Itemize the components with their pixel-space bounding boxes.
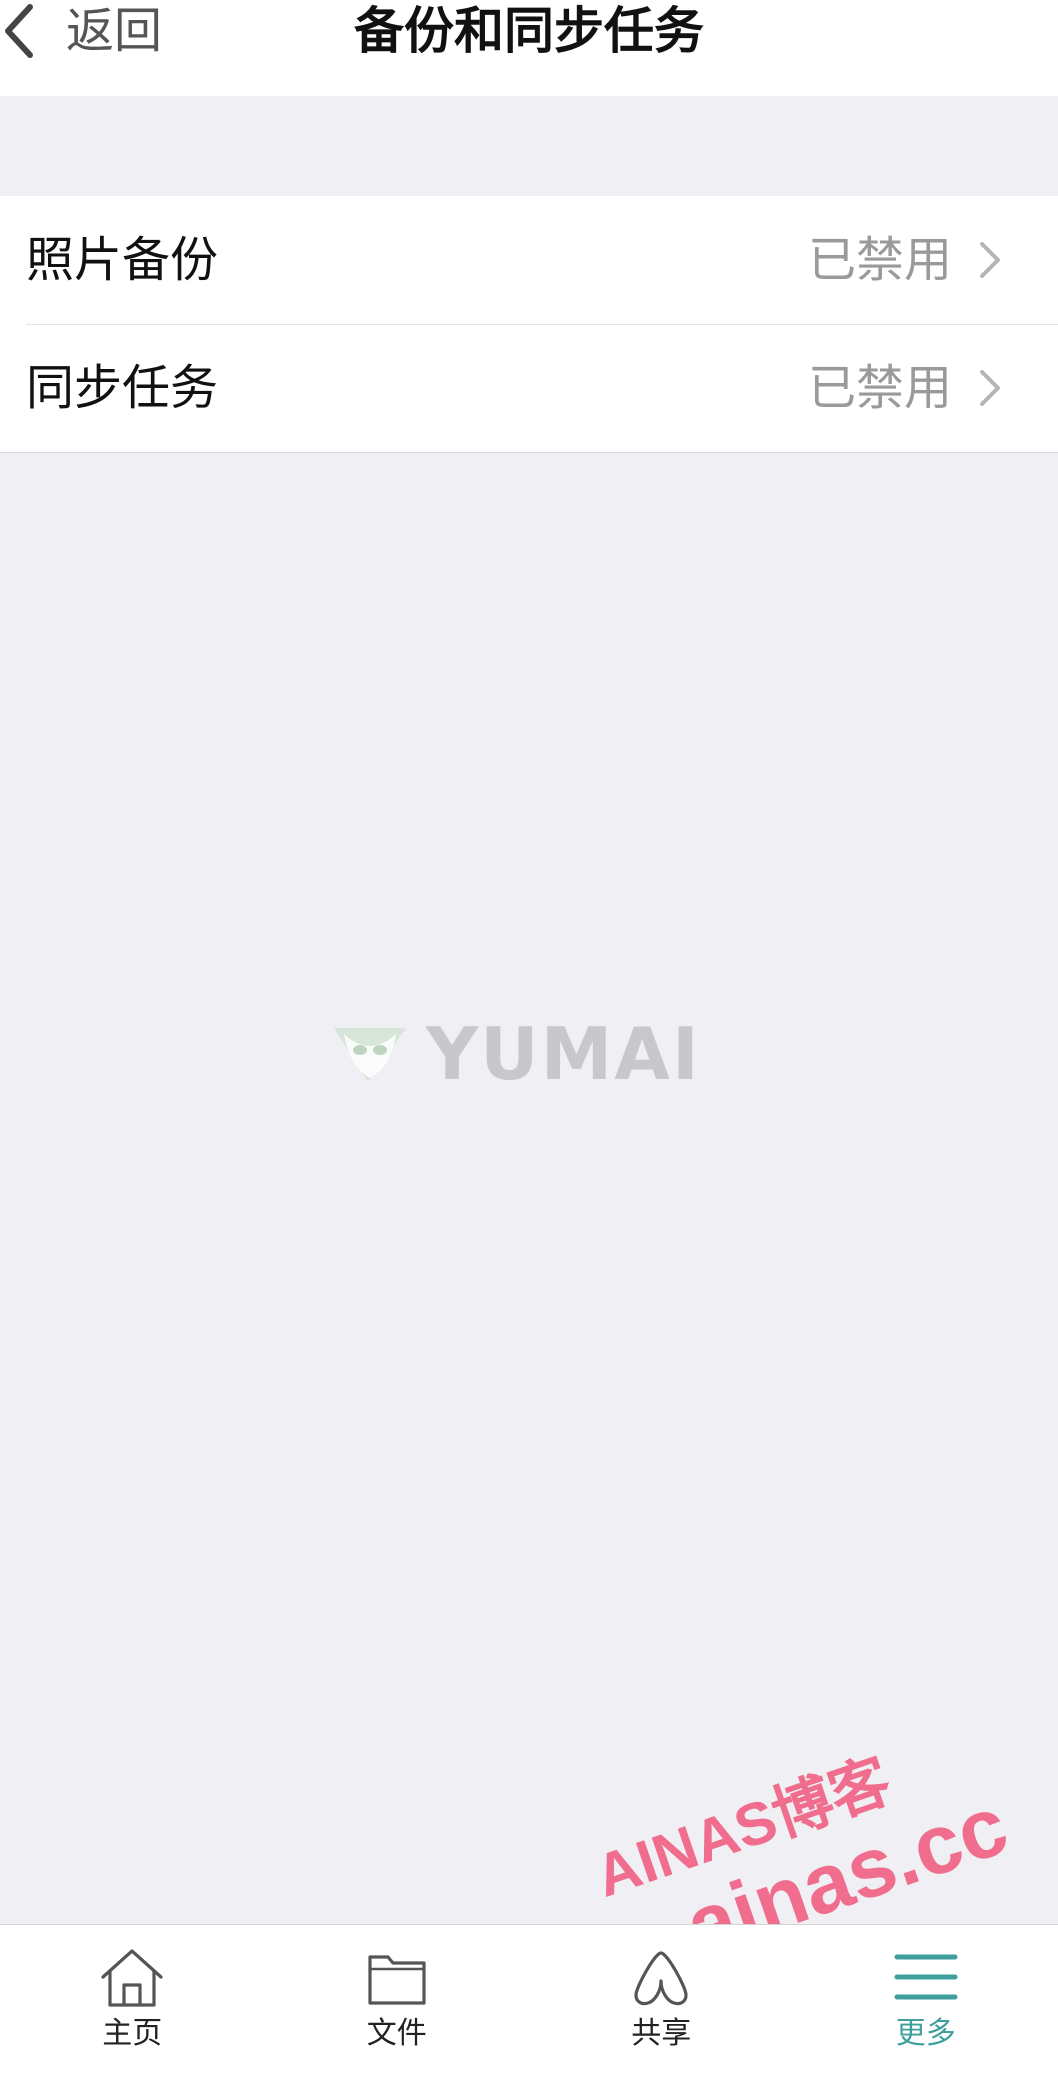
- tab-files[interactable]: 文件: [265, 1925, 530, 2082]
- tab-home-label: 主页: [102, 2019, 162, 2049]
- nav-header: 返回 备份和同步任务: [0, 0, 1058, 96]
- sync-task-label: 同步任务: [26, 364, 218, 412]
- share-icon: [628, 1947, 694, 2009]
- tab-files-label: 文件: [367, 2019, 427, 2049]
- photo-backup-status: 已禁用: [808, 236, 952, 284]
- sync-task-status: 已禁用: [808, 364, 952, 412]
- chevron-right-icon: [970, 240, 1010, 280]
- sync-task-row[interactable]: 同步任务 已禁用: [0, 324, 1058, 452]
- tab-more[interactable]: 更多: [794, 1925, 1058, 2082]
- settings-list: 照片备份 已禁用 同步任务 已禁用: [0, 196, 1058, 453]
- tab-share-label: 共享: [631, 2019, 691, 2049]
- home-icon: [99, 1947, 165, 2009]
- yumai-emblem-icon: [332, 1024, 408, 1084]
- watermark-line-1: AINAS博客: [588, 1719, 987, 1906]
- bottom-tab-bar: 主页 文件 共享 更多: [0, 1924, 1058, 2082]
- page-title: 备份和同步任务: [0, 0, 1058, 62]
- tab-share[interactable]: 共享: [529, 1925, 794, 2082]
- chevron-right-icon: [970, 368, 1010, 408]
- yumai-logo-text: YUMAI: [426, 1018, 701, 1090]
- folder-icon: [364, 1947, 430, 2009]
- photo-backup-row[interactable]: 照片备份 已禁用: [0, 196, 1058, 324]
- menu-icon: [893, 1947, 959, 2009]
- photo-backup-label: 照片备份: [26, 236, 218, 284]
- tab-more-label: 更多: [896, 2019, 956, 2049]
- tab-home[interactable]: 主页: [0, 1925, 265, 2082]
- yumai-logo: YUMAI: [332, 1018, 701, 1090]
